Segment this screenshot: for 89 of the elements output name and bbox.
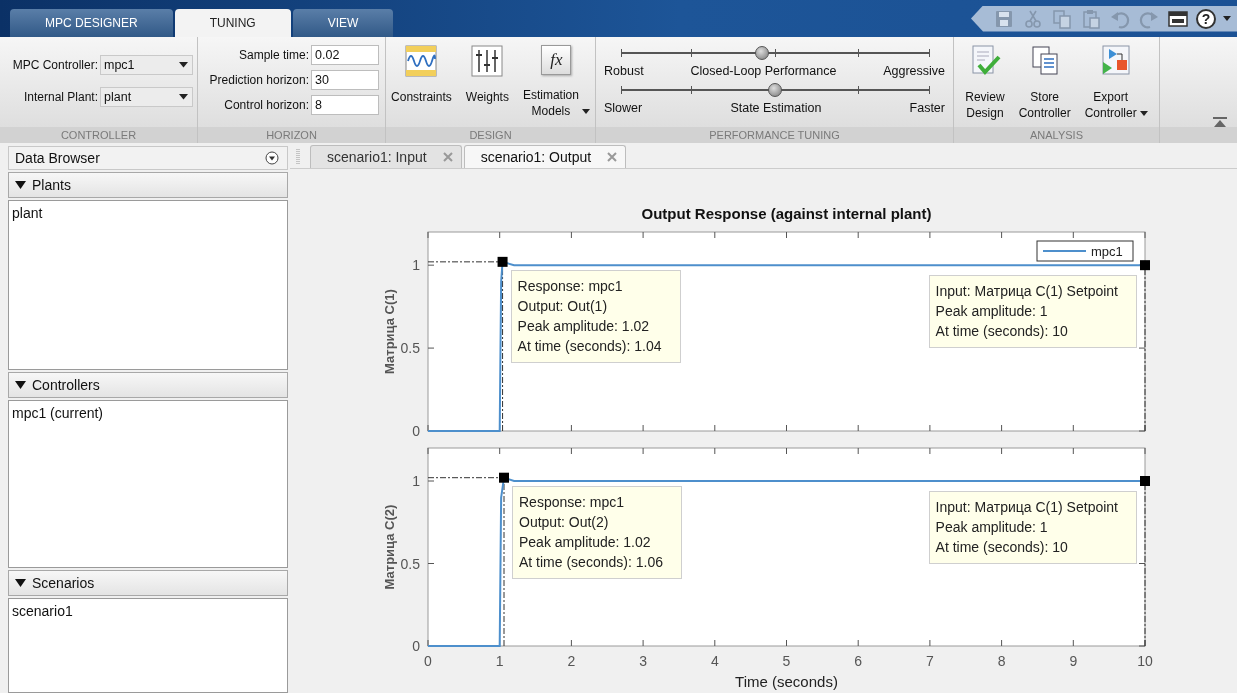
dropdown[interactable]: mpc1 xyxy=(100,55,193,75)
close-icon xyxy=(607,152,618,162)
help-button[interactable]: ? xyxy=(1196,8,1216,29)
input-field[interactable]: 8 xyxy=(311,95,379,115)
chart-title: Output Response (against internal plant) xyxy=(641,205,932,222)
triangle-down-icon xyxy=(15,578,26,588)
caret-icon xyxy=(1223,15,1231,22)
ribbon-tab[interactable]: MPC DESIGNER xyxy=(10,9,173,37)
toolstrip-button[interactable]: Constraints xyxy=(391,45,452,127)
section-title: DESIGN xyxy=(386,127,595,143)
constraints-icon xyxy=(405,45,438,77)
list-item[interactable]: plant xyxy=(12,205,284,221)
toolstrip-button[interactable]: Weights xyxy=(465,45,509,127)
list-item[interactable]: scenario1 xyxy=(12,603,284,619)
tick-label: 0.5 xyxy=(400,340,420,357)
slider[interactable] xyxy=(620,46,929,60)
data-tip: Input: Матрица C(1) Setpoint Peak amplitude: 1 At time (seconds): 10 xyxy=(928,275,1137,349)
slider-label: Aggressive xyxy=(882,64,946,78)
export-icon xyxy=(1100,45,1133,77)
slider-thumb[interactable] xyxy=(755,46,770,60)
dropdown[interactable]: plant xyxy=(100,87,193,107)
caret-icon xyxy=(179,62,188,68)
data-marker xyxy=(1140,260,1150,271)
data-marker xyxy=(497,256,508,267)
sliders-icon xyxy=(471,45,504,77)
group-header[interactable]: Scenarios xyxy=(8,570,288,596)
triangle-down-icon xyxy=(15,380,26,390)
input-field[interactable]: 30 xyxy=(311,70,379,90)
tick-label: 2 xyxy=(567,653,576,669)
tick-label: 10 xyxy=(1137,653,1153,669)
field-label: MPC Controller: xyxy=(12,58,98,72)
triangle-down-icon xyxy=(15,180,26,190)
section-title: HORIZON xyxy=(198,127,385,143)
toolstrip-button[interactable]: fx Estimation Models xyxy=(522,45,590,127)
tick-label: 9 xyxy=(1069,653,1078,669)
group-header[interactable]: Controllers xyxy=(8,372,288,398)
tick-label: 8 xyxy=(997,653,1006,669)
toolstrip-button[interactable]: Store Controller xyxy=(1018,45,1071,127)
data-marker xyxy=(499,472,509,483)
slider-label: Slower xyxy=(603,101,644,115)
caret-icon xyxy=(179,94,188,100)
group-header[interactable]: Plants xyxy=(8,172,288,198)
ribbon-tab[interactable]: TUNING xyxy=(174,9,291,37)
data-tip: Response: mpc1 Output: Out(2) Peak amplitude: 1.02 At time (seconds): 1.06 xyxy=(512,485,682,579)
axis-label: Матрица C(1) xyxy=(382,289,397,374)
document-tab[interactable]: scenario1: Output xyxy=(463,145,627,168)
ribbon-tab[interactable]: VIEW xyxy=(292,9,394,37)
tick-label: 1 xyxy=(412,257,420,274)
tick-label: 0.5 xyxy=(400,555,420,572)
input-field[interactable]: 0.02 xyxy=(311,45,379,65)
tick-label: 1 xyxy=(412,473,420,489)
data-tip: Response: mpc1 Output: Out(1) Peak amplitude: 1.02 At time (seconds): 1.04 xyxy=(510,269,681,363)
axis-label: Time (seconds) xyxy=(735,673,838,690)
tick-label: 7 xyxy=(926,653,934,669)
tick-label: 1 xyxy=(495,653,504,669)
slider-label: Faster xyxy=(908,101,946,115)
grip-icon xyxy=(296,148,300,166)
tick-label: 0 xyxy=(424,653,432,669)
slider-label: Closed-Loop Performance xyxy=(689,64,838,78)
list-item[interactable]: mpc1 (current) xyxy=(12,405,284,421)
tick-label: 0 xyxy=(412,638,420,654)
field-label: Internal Plant: xyxy=(22,90,98,104)
section-title: PERFORMANCE TUNING xyxy=(596,127,953,143)
data-marker xyxy=(1140,476,1150,486)
tick-label: 6 xyxy=(854,653,863,669)
close-icon xyxy=(442,152,453,162)
document-tab[interactable]: scenario1: Input xyxy=(310,145,462,168)
axis-label: Матрица C(2) xyxy=(382,504,397,590)
tick-label: 5 xyxy=(782,653,791,669)
field-label: Sample time: xyxy=(237,48,309,62)
collapse-icon[interactable] xyxy=(1213,117,1227,127)
tick-label: 4 xyxy=(710,653,719,669)
toolstrip-button[interactable]: Review Design xyxy=(965,45,1005,127)
field-label: Prediction horizon: xyxy=(209,73,309,87)
slider-thumb[interactable] xyxy=(767,83,782,97)
toolstrip-button[interactable]: Export Controller xyxy=(1084,45,1148,127)
slider[interactable] xyxy=(620,83,929,97)
slider-label: State Estimation xyxy=(729,101,823,115)
tick-label: 0 xyxy=(412,423,420,439)
field-label: Control horizon: xyxy=(223,98,309,112)
data-tip: Input: Матрица C(1) Setpoint Peak amplitude: 1 At time (seconds): 10 xyxy=(928,491,1137,564)
section-title: ANALYSIS xyxy=(954,127,1159,143)
tick-label: 3 xyxy=(639,653,647,669)
panel-title: Data Browser xyxy=(15,150,100,166)
legend-label: mpc1 xyxy=(1091,244,1123,259)
dropdown-circle-icon xyxy=(265,151,279,165)
section-title: CONTROLLER xyxy=(0,127,197,143)
function-icon: fx xyxy=(541,45,572,75)
slider-label: Robust xyxy=(603,64,645,78)
